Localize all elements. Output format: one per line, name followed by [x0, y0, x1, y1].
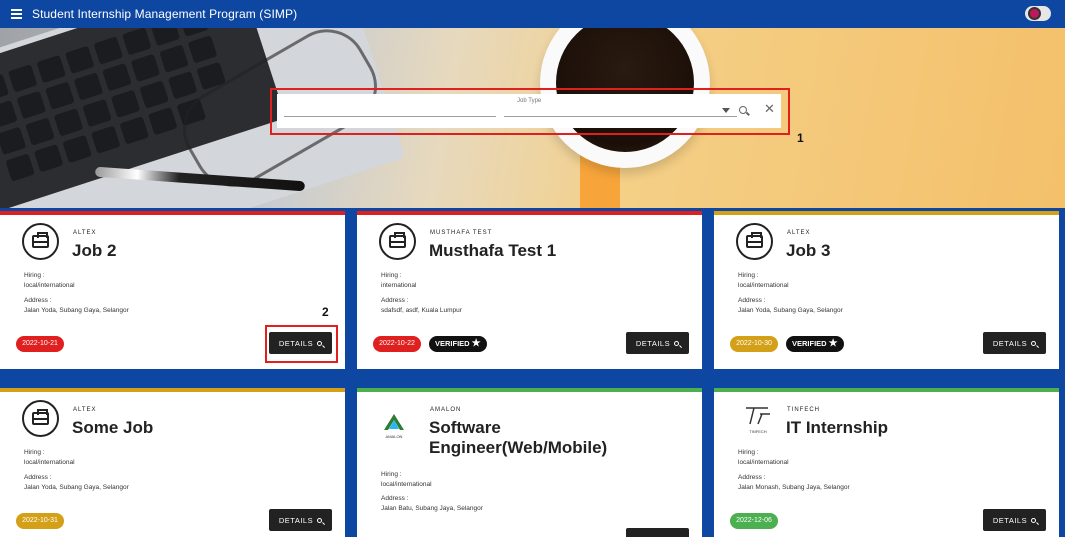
- details-label: DETAILS: [278, 515, 314, 525]
- hiring-value: local/international: [738, 459, 789, 466]
- details-label: DETAILS: [992, 515, 1028, 525]
- search-icon: [317, 517, 323, 523]
- card-accent-bar: [714, 211, 1059, 215]
- address-value: Jalan Yoda, Subang Gaya, Selangor: [24, 307, 129, 314]
- app-bar: Student Internship Management Program (S…: [0, 0, 1065, 28]
- hiring-label: Hiring :: [381, 272, 402, 279]
- date-badge: 2022-10-21: [16, 336, 64, 352]
- job-title: Some Job: [72, 418, 154, 437]
- hiring-label: Hiring :: [738, 449, 759, 456]
- details-button[interactable]: DETAILS: [269, 509, 332, 531]
- hiring-value: local/international: [24, 459, 75, 466]
- hiring-label: Hiring :: [24, 449, 45, 456]
- job-card[interactable]: MUSTHAFA TEST Musthafa Test 1 Hiring : i…: [357, 211, 702, 369]
- theme-toggle[interactable]: [1025, 6, 1051, 21]
- job-card[interactable]: TINFECH TINFECH IT Internship Hiring : l…: [714, 388, 1059, 537]
- date-badge: 2022-10-22: [373, 336, 421, 352]
- address-label: Address :: [381, 495, 409, 502]
- details-button[interactable]: DETAILS: [626, 332, 689, 354]
- company-name: AMALON: [430, 407, 462, 413]
- address-value: Jalan Yoda, Subang Gaya, Selangor: [738, 307, 843, 314]
- app-title: Student Internship Management Program (S…: [32, 7, 298, 21]
- address-value: Jalan Monash, Subang Jaya, Selangor: [738, 484, 850, 491]
- amalon-logo: AMALON: [384, 414, 404, 439]
- date-badge: 2022-12-06: [730, 513, 778, 529]
- address-label: Address :: [738, 474, 766, 481]
- verified-badge: VERIFIED ★: [786, 336, 844, 352]
- card-accent-bar: [0, 211, 345, 215]
- job-card[interactable]: AMALON AMALON Software Engineer(Web/Mobi…: [357, 388, 702, 537]
- job-title: Software Engineer(Web/Mobile): [429, 418, 608, 457]
- job-title: IT Internship: [786, 418, 888, 437]
- hiring-label: Hiring :: [24, 272, 45, 279]
- tinfech-logo-text: TINFECH: [749, 429, 766, 434]
- date-badge: 2022-10-30: [730, 336, 778, 352]
- hiring-label: Hiring :: [381, 471, 402, 478]
- job-title: Musthafa Test 1: [429, 241, 557, 260]
- details-button[interactable]: DETAILS: [983, 509, 1046, 531]
- search-icon: [1031, 340, 1037, 346]
- tinfech-logo: TINFECH: [746, 407, 770, 434]
- address-label: Address :: [24, 297, 52, 304]
- job-card[interactable]: ALTEX Job 3 Hiring : local/international…: [714, 211, 1059, 369]
- hiring-value: international: [381, 282, 417, 289]
- address-label: Address :: [381, 297, 409, 304]
- card-accent-bar: [357, 211, 702, 215]
- job-card[interactable]: ALTEX Some Job Hiring : local/internatio…: [0, 388, 345, 537]
- date-badge: 2022-10-31: [16, 513, 64, 529]
- company-name: ALTEX: [73, 407, 97, 413]
- search-icon: [674, 340, 680, 346]
- verified-label: VERIFIED: [792, 339, 827, 348]
- verified-badge: VERIFIED ★: [429, 336, 487, 352]
- details-button[interactable]: DETAILS: [983, 332, 1046, 354]
- amalon-logo-text: AMALON: [386, 434, 403, 439]
- details-label: DETAILS: [635, 338, 671, 348]
- briefcase-icon: [736, 223, 773, 260]
- star-icon: ★: [471, 338, 481, 349]
- company-name: MUSTHAFA TEST: [430, 230, 493, 236]
- annotation-box-2: [265, 325, 338, 363]
- briefcase-icon: [22, 223, 59, 260]
- briefcase-icon: [22, 400, 59, 437]
- address-value: Jalan Batu, Subang Jaya, Selangor: [381, 505, 483, 512]
- details-label: DETAILS: [992, 338, 1028, 348]
- address-value: Jalan Yoda, Subang Gaya, Selangor: [24, 484, 129, 491]
- star-icon: ★: [828, 338, 838, 349]
- verified-label: VERIFIED: [435, 339, 470, 348]
- address-label: Address :: [738, 297, 766, 304]
- hiring-value: local/international: [381, 481, 432, 488]
- hamburger-menu-icon[interactable]: [2, 0, 30, 28]
- hiring-value: local/international: [24, 282, 75, 289]
- card-accent-bar: [0, 388, 345, 392]
- hiring-label: Hiring :: [738, 272, 759, 279]
- annotation-number-1: 1: [797, 131, 804, 145]
- company-name: ALTEX: [787, 230, 811, 236]
- company-name: ALTEX: [73, 230, 97, 236]
- details-button[interactable]: [626, 528, 689, 537]
- card-accent-bar: [357, 388, 702, 392]
- company-name: TINFECH: [787, 407, 820, 413]
- annotation-number-2: 2: [322, 305, 329, 319]
- annotation-box-1: [270, 88, 790, 135]
- card-accent-bar: [714, 388, 1059, 392]
- job-title: Job 3: [786, 241, 831, 260]
- address-value: sdafsdf, asdf, Kuala Lumpur: [381, 307, 462, 314]
- job-title: Job 2: [72, 241, 117, 260]
- hiring-value: local/international: [738, 282, 789, 289]
- address-label: Address :: [24, 474, 52, 481]
- briefcase-icon: [379, 223, 416, 260]
- search-icon: [1031, 517, 1037, 523]
- toggle-knob: [1028, 7, 1041, 20]
